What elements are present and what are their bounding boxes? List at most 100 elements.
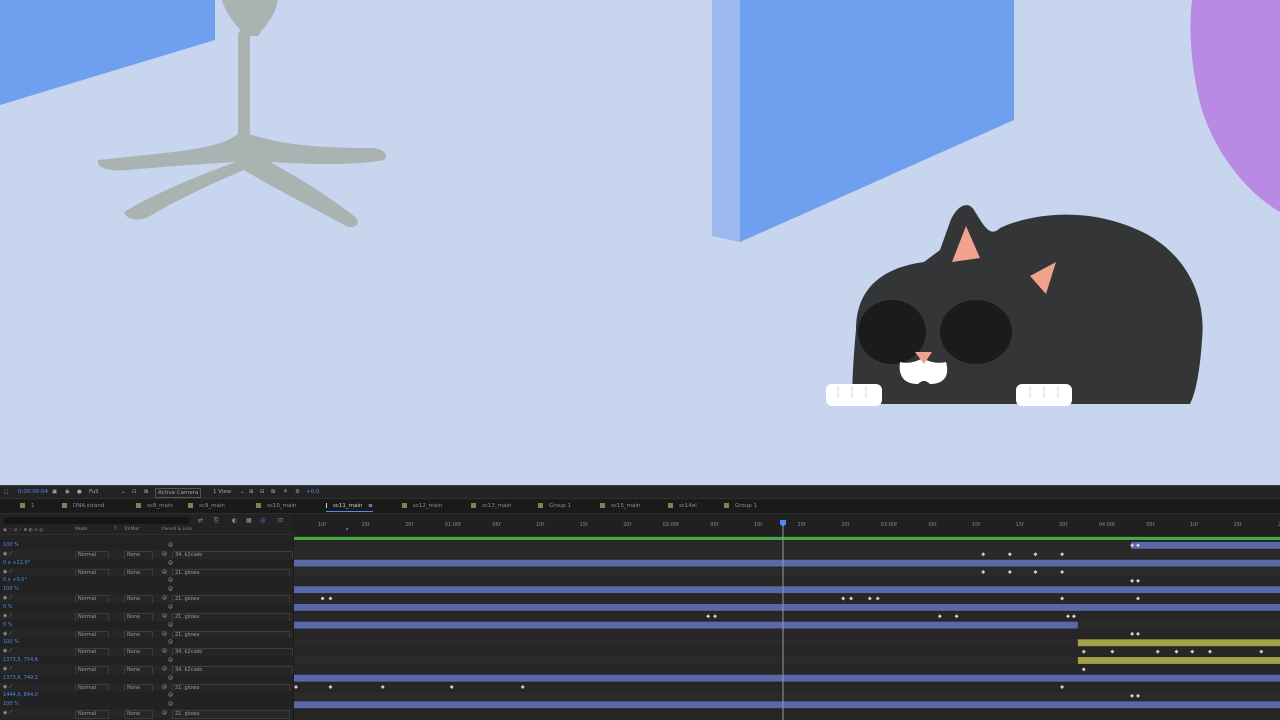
pickwhip-icon[interactable]: @ (162, 631, 167, 638)
property-row[interactable]: 100 % @ (0, 700, 293, 710)
track-row[interactable] (294, 647, 1280, 656)
layer-duration-bar[interactable] (294, 559, 1280, 567)
track-row[interactable] (294, 612, 1280, 621)
pickwhip-icon[interactable]: @ (162, 569, 167, 576)
pickwhip-icon[interactable]: @ (162, 710, 167, 717)
property-value[interactable]: 1444,0, 844,0 (3, 692, 38, 699)
pickwhip-icon[interactable]: @ (162, 684, 167, 691)
gear-icon[interactable]: ⚙ (295, 488, 300, 496)
property-value[interactable]: 0 % (3, 604, 13, 611)
property-value[interactable]: 1373,6, 749,2 (3, 675, 38, 682)
region-icon[interactable]: ⊡ (132, 488, 137, 496)
layer-switches-icon[interactable]: ◉ ⟋ (3, 595, 12, 602)
layer-duration-bar[interactable] (294, 621, 1078, 629)
graph-editor-icon[interactable]: ⊡ (278, 517, 283, 524)
tab-menu-icon[interactable]: ≡ (366, 503, 373, 509)
grid-icon[interactable]: ⊞ (249, 488, 254, 496)
track-row[interactable] (294, 665, 1280, 674)
pickwhip-icon[interactable]: @ (162, 551, 167, 558)
layer-row[interactable]: ◉ ⟋ Normal None @34. k2ciało (0, 647, 294, 658)
property-row[interactable]: 0 % @ (0, 602, 293, 612)
expression-pickwhip-icon[interactable]: @ (168, 560, 173, 567)
snapshot-icon[interactable]: ▣ (52, 488, 57, 496)
property-row[interactable]: 0 x +12,0° @ (0, 558, 293, 568)
layer-switches-icon[interactable]: ◉ ⟋ (3, 666, 12, 673)
property-value[interactable]: 0 % (3, 622, 13, 629)
property-row[interactable]: 100 % @ (0, 638, 293, 648)
layer-duration-bar[interactable] (294, 603, 1280, 611)
layer-switches-icon[interactable]: ◉ ⟋ (3, 684, 12, 691)
link-icon[interactable]: ◎ (260, 517, 265, 524)
timeline-panel[interactable]: 10f 15f 20f 01:00f 05f 10f 15f 20f 02:00f 05f 10f 1… (294, 514, 1280, 720)
composition-viewer[interactable] (0, 0, 1280, 485)
expression-pickwhip-icon[interactable]: @ (168, 577, 173, 584)
blend-mode-select[interactable]: Normal (75, 710, 110, 720)
layer-switches-icon[interactable]: ◉ ⟋ (3, 569, 12, 576)
tab-sc13-main[interactable]: sc13_main (471, 501, 511, 511)
show-snapshot-icon[interactable]: ◉ (65, 488, 70, 496)
tab-sc15-main[interactable]: sc15_main (600, 501, 640, 511)
search-input[interactable] (4, 517, 189, 524)
parent-select[interactable]: 21. glowa (172, 710, 291, 720)
tab-dna-strand[interactable]: DNA.strand (62, 501, 104, 511)
track-row[interactable] (294, 568, 1280, 576)
work-area-marker[interactable] (346, 528, 348, 531)
expression-pickwhip-icon[interactable]: @ (168, 639, 173, 646)
layer-row[interactable]: ◉ ⟋ Normal None @34. k2ciało (0, 549, 294, 560)
comp-icon[interactable]: ◻ (4, 488, 9, 496)
track-matte-select[interactable]: None (124, 710, 154, 720)
property-value[interactable]: 1373,5, 754,6 (3, 657, 38, 664)
color-icon[interactable]: ● (77, 488, 82, 496)
tab-sc9-main[interactable]: sc9_main (188, 501, 225, 511)
property-row[interactable]: 100 % @ (0, 585, 293, 595)
playhead-handle[interactable] (780, 520, 786, 527)
expression-pickwhip-icon[interactable]: @ (168, 675, 173, 682)
tab-sc14el[interactable]: sc14el (668, 501, 697, 511)
expression-pickwhip-icon[interactable]: @ (168, 542, 173, 549)
property-row[interactable]: 0 % @ (0, 620, 293, 630)
tab-sc11-main[interactable]: sc11_main ≡ (326, 501, 373, 512)
transparency-icon[interactable]: ⊠ (144, 488, 149, 496)
layer-row[interactable]: ◉ ⟋ Normal None @34. k2ciało (0, 664, 294, 675)
expression-pickwhip-icon[interactable]: @ (168, 586, 173, 593)
views-select[interactable]: 1 View (213, 488, 231, 496)
layer-switches-icon[interactable]: ◉ ⟋ (3, 613, 12, 620)
property-value[interactable]: 100 % (3, 542, 19, 549)
tab-sc8-main[interactable]: sc8_main (136, 501, 173, 511)
shy-icon[interactable]: ⇄ (198, 517, 203, 524)
property-value[interactable]: 0 x +12,0° (3, 560, 30, 567)
fast-preview-icon[interactable]: ⊟ (260, 488, 265, 496)
layer-duration-bar[interactable] (294, 586, 1280, 594)
tab-group-1[interactable]: Group 1 (538, 501, 571, 511)
exposure-value[interactable]: +0,0 (306, 488, 319, 496)
layer-duration-bar[interactable] (294, 674, 1280, 682)
layer-row[interactable]: ◉ ⟋ Normal None @21. glowa (0, 629, 293, 640)
layer-row[interactable]: ◉ ⟋ Normal None @21. glowa (0, 594, 293, 605)
expression-pickwhip-icon[interactable]: @ (168, 701, 173, 708)
track-row[interactable] (294, 594, 1280, 603)
tab-1[interactable]: 1 (20, 501, 35, 511)
timeline-tracks[interactable] (294, 514, 1280, 720)
tab-sc10-main[interactable]: sc10_main (256, 501, 296, 511)
tab-sc12-main[interactable]: sc12_main (402, 501, 442, 511)
expression-pickwhip-icon[interactable]: @ (168, 622, 173, 629)
property-row[interactable]: 1373,5, 754,6 @ (0, 656, 293, 666)
flowchart-icon[interactable]: ⚘ (283, 488, 288, 496)
property-value[interactable]: 100 % (3, 586, 19, 593)
pickwhip-icon[interactable]: @ (162, 666, 167, 673)
property-value[interactable]: 100 % (3, 701, 19, 708)
layer-switches-icon[interactable]: ◉ ⟋ (3, 648, 12, 655)
layer-duration-bar[interactable] (294, 701, 1280, 709)
track-row[interactable] (294, 683, 1280, 691)
property-row[interactable]: 0 x +0,0° @ (0, 576, 293, 586)
pickwhip-icon[interactable]: @ (162, 595, 167, 602)
layer-switches-icon[interactable]: ◉ ⟋ (3, 551, 12, 558)
track-row[interactable] (294, 550, 1280, 559)
layer-row[interactable]: ◉ ⟋ Normal None @21. glowa (0, 567, 293, 578)
expression-pickwhip-icon[interactable]: @ (168, 692, 173, 699)
property-value[interactable]: 100 % (3, 639, 19, 646)
frame-blend-icon[interactable]: ⎘ (214, 517, 219, 525)
layer-switches-icon[interactable]: ◉ ⟋ (3, 631, 12, 638)
layer-duration-bar[interactable] (1077, 639, 1280, 647)
camera-select[interactable]: Active Camera (155, 488, 202, 498)
